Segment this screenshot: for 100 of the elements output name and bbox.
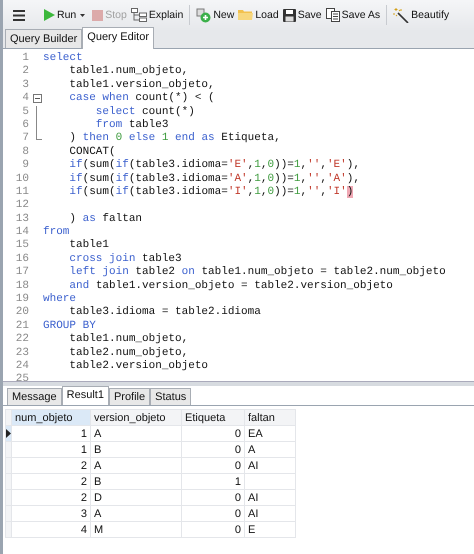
line-number: 12 xyxy=(14,199,30,213)
table-cell: M xyxy=(90,522,182,538)
code-line: and table1.version_objeto = table2.version_objeto xyxy=(68,280,393,293)
save-as-button[interactable]: Save As xyxy=(324,6,382,24)
code-line: table2.version_objeto xyxy=(68,360,208,374)
line-number: 5 xyxy=(21,106,30,119)
load-button[interactable]: Load xyxy=(237,7,280,23)
new-button[interactable]: New xyxy=(195,6,236,24)
line-number: 24 xyxy=(14,360,30,374)
table-cell: B xyxy=(90,474,182,490)
code-line: table2.num_objeto, xyxy=(68,346,188,360)
table-cell: AI xyxy=(244,458,296,474)
line-number: 2 xyxy=(21,65,30,79)
code-line: table3.idioma = table2.idioma xyxy=(68,306,261,320)
column-header[interactable]: version_objeto xyxy=(90,410,182,426)
table-cell: A xyxy=(90,506,182,522)
table-cell: A xyxy=(90,426,182,442)
stop-icon xyxy=(92,10,104,20)
tab[interactable]: Query Editor xyxy=(82,27,154,49)
table-cell: EA xyxy=(244,426,296,442)
code-line: where xyxy=(43,293,76,306)
table-cell: 1 xyxy=(182,474,244,490)
code-line: case when count(*) < ( xyxy=(68,92,215,106)
table-cell: 0 xyxy=(182,426,244,442)
table-cell: 0 xyxy=(182,506,244,522)
line-number: 11 xyxy=(14,186,30,200)
table-cell: 0 xyxy=(182,490,244,506)
line-number: 1 xyxy=(21,52,30,66)
table-cell: 1 xyxy=(12,442,90,458)
play-icon xyxy=(44,9,55,21)
explain-button[interactable]: Explain xyxy=(130,6,184,24)
table-cell: A xyxy=(90,458,182,474)
line-number: 9 xyxy=(21,159,30,173)
table-cell: 3 xyxy=(12,506,90,522)
code-line: if(sum(if(table3.idioma='A',1,0))=1,'','A'), xyxy=(68,172,360,186)
code-line: table1.num_objeto, xyxy=(68,333,188,347)
table-cell: A xyxy=(244,442,296,458)
table-cell: 0 xyxy=(182,442,244,458)
code-line: table1.num_objeto, xyxy=(68,65,188,79)
line-number: 19 xyxy=(14,293,30,306)
code-line: left join table2 on table1.num_objeto = table2.num_objeto xyxy=(68,266,446,280)
table-cell: D xyxy=(90,490,182,506)
row-pointer-icon xyxy=(6,429,11,438)
folder-icon xyxy=(238,9,254,21)
code-line: if(sum(if(table3.idioma='E',1,0))=1,'','E'), xyxy=(68,159,360,173)
table-cell: 0 xyxy=(182,458,244,474)
table-cell: E xyxy=(244,522,296,538)
line-number: 18 xyxy=(14,280,30,294)
new-file-icon xyxy=(196,8,212,22)
code-line: GROUP BY xyxy=(43,320,96,333)
code-line: cross join table3 xyxy=(68,252,182,266)
line-number: 3 xyxy=(21,78,30,92)
line-number: 15 xyxy=(14,239,30,253)
diagram-icon xyxy=(130,8,147,22)
line-number: 6 xyxy=(21,118,30,132)
save-button[interactable]: Save xyxy=(282,6,323,24)
code-line: select xyxy=(43,52,83,65)
line-number: 8 xyxy=(21,146,30,160)
beautify-button[interactable]: Beautify xyxy=(392,6,450,24)
code-line: ) as faltan xyxy=(69,212,142,226)
line-number: 21 xyxy=(14,320,30,334)
line-number: 17 xyxy=(14,266,30,280)
tab[interactable]: Result1 xyxy=(62,386,109,405)
table-cell: 2 xyxy=(12,458,90,474)
magic-wand-icon xyxy=(393,8,410,22)
line-number: 4 xyxy=(21,92,30,106)
line-number: 22 xyxy=(14,333,30,347)
line-number: 7 xyxy=(21,132,30,146)
tab[interactable]: Message xyxy=(7,388,62,405)
caret-icon[interactable] xyxy=(80,14,86,16)
line-number: 14 xyxy=(14,226,30,240)
table-cell: 0 xyxy=(182,522,244,538)
copy-pages-icon xyxy=(326,8,340,22)
code-line: from xyxy=(43,226,70,240)
code-line: from table3 xyxy=(94,118,168,132)
run-button[interactable]: Run xyxy=(43,7,78,23)
table-cell: 2 xyxy=(12,490,90,506)
code-line: select count(*) xyxy=(94,106,195,119)
collapse-icon[interactable] xyxy=(33,94,42,104)
table-cell: AI xyxy=(244,506,296,522)
column-header[interactable]: Etiqueta xyxy=(182,410,244,426)
line-number: 16 xyxy=(14,252,30,266)
tab[interactable]: Query Builder xyxy=(5,29,82,48)
tab[interactable]: Status xyxy=(150,388,192,405)
table-cell: 4 xyxy=(12,522,90,538)
code-line: table1.version_objeto, xyxy=(68,78,215,92)
code-line: table1 xyxy=(68,239,110,253)
line-number: 10 xyxy=(14,172,30,186)
code-line: if(sum(if(table3.idioma='I',1,0))=1,'','I') xyxy=(68,186,354,200)
tab[interactable]: Profile xyxy=(108,388,150,405)
table-cell: AI xyxy=(244,490,296,506)
column-header[interactable]: num_objeto xyxy=(12,410,90,426)
table-cell: B xyxy=(90,442,182,458)
row-header[interactable] xyxy=(6,426,12,442)
code-line: ) then 0 else 1 end as Etiqueta, xyxy=(68,132,281,146)
table-cell: 1 xyxy=(12,426,90,442)
column-header[interactable]: faltan xyxy=(244,410,296,426)
code-line: CONCAT( xyxy=(68,146,116,159)
table-cell: 2 xyxy=(12,474,90,490)
line-number: 20 xyxy=(14,306,30,320)
